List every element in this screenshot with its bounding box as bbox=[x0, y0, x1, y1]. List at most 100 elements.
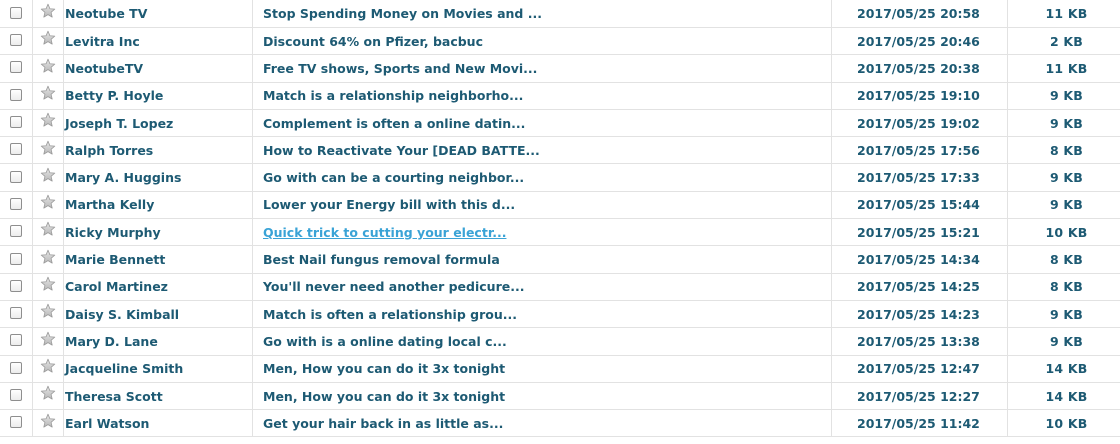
sender-name[interactable]: Earl Watson bbox=[63, 409, 253, 438]
select-cell bbox=[0, 409, 33, 438]
table-row[interactable]: Betty P. Hoyle Match is a relationship n… bbox=[0, 82, 1120, 110]
select-cell bbox=[0, 82, 33, 110]
sender-name[interactable]: Neotube TV bbox=[63, 0, 253, 28]
select-checkbox[interactable] bbox=[10, 116, 22, 129]
select-cell bbox=[0, 163, 33, 192]
subject-link[interactable]: Go with can be a courting neighbor... bbox=[263, 170, 524, 185]
star-icon[interactable] bbox=[40, 276, 56, 292]
subject-link[interactable]: You'll never need another pedicure... bbox=[263, 279, 524, 294]
sender-name[interactable]: Daisy S. Kimball bbox=[63, 300, 253, 329]
select-checkbox[interactable] bbox=[10, 34, 22, 47]
sender-name[interactable]: Jacqueline Smith bbox=[63, 355, 253, 383]
subject-link[interactable]: Complement is often a online datin... bbox=[263, 116, 525, 131]
star-icon[interactable] bbox=[40, 358, 56, 374]
received-date: 2017/05/25 14:23 bbox=[831, 300, 1008, 329]
table-row[interactable]: Jacqueline Smith Men, How you can do it … bbox=[0, 355, 1120, 383]
subject-link[interactable]: Men, How you can do it 3x tonight bbox=[263, 361, 505, 376]
subject-cell: How to Reactivate Your [DEAD BATTE... bbox=[252, 136, 832, 165]
subject-link[interactable]: Best Nail fungus removal formula bbox=[263, 252, 500, 267]
star-icon[interactable] bbox=[40, 167, 56, 183]
select-cell bbox=[0, 218, 33, 247]
select-checkbox[interactable] bbox=[10, 225, 22, 238]
table-row[interactable]: Martha Kelly Lower your Energy bill with… bbox=[0, 191, 1120, 220]
table-row[interactable]: Earl Watson Get your hair back in as lit… bbox=[0, 409, 1120, 438]
received-date: 2017/05/25 14:34 bbox=[831, 245, 1008, 274]
subject-link[interactable]: Quick trick to cutting your electr... bbox=[263, 225, 506, 240]
table-row[interactable]: Mary D. Lane Go with is a online dating … bbox=[0, 327, 1120, 356]
subject-link[interactable]: Free TV shows, Sports and New Movi... bbox=[263, 61, 537, 76]
flag-cell bbox=[32, 82, 64, 110]
select-cell bbox=[0, 327, 33, 356]
flag-cell bbox=[32, 382, 64, 411]
subject-link[interactable]: Stop Spending Money on Movies and ... bbox=[263, 6, 542, 21]
star-icon[interactable] bbox=[40, 194, 56, 210]
star-icon[interactable] bbox=[40, 112, 56, 128]
subject-cell: Men, How you can do it 3x tonight bbox=[252, 355, 832, 383]
table-row[interactable]: Levitra Inc Discount 64% on Pfizer, bacb… bbox=[0, 27, 1120, 56]
select-checkbox[interactable] bbox=[10, 170, 22, 183]
star-icon[interactable] bbox=[40, 221, 56, 237]
sender-name[interactable]: Levitra Inc bbox=[63, 27, 253, 56]
subject-link[interactable]: Get your hair back in as little as... bbox=[263, 416, 503, 431]
star-icon[interactable] bbox=[40, 85, 56, 101]
select-checkbox[interactable] bbox=[10, 61, 22, 74]
sender-name[interactable]: Mary A. Huggins bbox=[63, 163, 253, 192]
subject-link[interactable]: Match is often a relationship grou... bbox=[263, 307, 517, 322]
sender-name[interactable]: Marie Bennett bbox=[63, 245, 253, 274]
sender-name[interactable]: NeotubeTV bbox=[63, 54, 253, 83]
sender-name[interactable]: Ricky Murphy bbox=[63, 218, 253, 247]
message-size: 8 KB bbox=[1007, 245, 1120, 274]
subject-link[interactable]: Lower your Energy bill with this d... bbox=[263, 197, 515, 212]
select-cell bbox=[0, 54, 33, 83]
table-row[interactable]: Carol Martinez You'll never need another… bbox=[0, 273, 1120, 301]
subject-link[interactable]: Discount 64% on Pfizer, bacbuc bbox=[263, 34, 483, 49]
select-checkbox[interactable] bbox=[10, 389, 22, 401]
select-checkbox[interactable] bbox=[10, 252, 22, 265]
subject-cell: Stop Spending Money on Movies and ... bbox=[252, 0, 832, 28]
table-row[interactable]: NeotubeTV Free TV shows, Sports and New … bbox=[0, 54, 1120, 83]
select-checkbox[interactable] bbox=[10, 88, 22, 101]
message-size: 8 KB bbox=[1007, 273, 1120, 301]
table-row[interactable]: Daisy S. Kimball Match is often a relati… bbox=[0, 300, 1120, 329]
sender-name[interactable]: Mary D. Lane bbox=[63, 327, 253, 356]
star-icon[interactable] bbox=[40, 30, 56, 46]
star-icon[interactable] bbox=[40, 58, 56, 74]
sender-name[interactable]: Ralph Torres bbox=[63, 136, 253, 165]
select-checkbox[interactable] bbox=[10, 143, 22, 156]
star-icon[interactable] bbox=[40, 249, 56, 265]
flag-cell bbox=[32, 245, 64, 274]
select-checkbox[interactable] bbox=[10, 279, 22, 292]
select-cell bbox=[0, 355, 33, 383]
subject-cell: Go with can be a courting neighbor... bbox=[252, 163, 832, 192]
subject-link[interactable]: Match is a relationship neighborho... bbox=[263, 88, 523, 103]
subject-link[interactable]: How to Reactivate Your [DEAD BATTE... bbox=[263, 143, 540, 158]
sender-name[interactable]: Betty P. Hoyle bbox=[63, 82, 253, 110]
received-date: 2017/05/25 20:46 bbox=[831, 27, 1008, 56]
table-row[interactable]: Theresa Scott Men, How you can do it 3x … bbox=[0, 382, 1120, 411]
star-icon[interactable] bbox=[40, 303, 56, 319]
select-checkbox[interactable] bbox=[10, 334, 22, 347]
table-row[interactable]: Mary A. Huggins Go with can be a courtin… bbox=[0, 163, 1120, 192]
table-row[interactable]: Joseph T. Lopez Complement is often a on… bbox=[0, 109, 1120, 138]
sender-name[interactable]: Carol Martinez bbox=[63, 273, 253, 301]
flag-cell bbox=[32, 27, 64, 56]
select-checkbox[interactable] bbox=[10, 416, 22, 429]
sender-name[interactable]: Martha Kelly bbox=[63, 191, 253, 220]
subject-link[interactable]: Go with is a online dating local c... bbox=[263, 334, 507, 349]
table-row[interactable]: Neotube TV Stop Spending Money on Movies… bbox=[0, 0, 1120, 28]
table-row[interactable]: Ralph Torres How to Reactivate Your [DEA… bbox=[0, 136, 1120, 165]
subject-link[interactable]: Men, How you can do it 3x tonight bbox=[263, 389, 505, 404]
table-row[interactable]: Ricky Murphy Quick trick to cutting your… bbox=[0, 218, 1120, 247]
select-checkbox[interactable] bbox=[10, 307, 22, 320]
star-icon[interactable] bbox=[40, 3, 56, 19]
table-row[interactable]: Marie Bennett Best Nail fungus removal f… bbox=[0, 245, 1120, 274]
select-checkbox[interactable] bbox=[10, 361, 22, 374]
select-checkbox[interactable] bbox=[10, 6, 22, 19]
star-icon[interactable] bbox=[40, 140, 56, 156]
star-icon[interactable] bbox=[40, 413, 56, 429]
star-icon[interactable] bbox=[40, 385, 56, 401]
sender-name[interactable]: Joseph T. Lopez bbox=[63, 109, 253, 138]
star-icon[interactable] bbox=[40, 331, 56, 347]
select-checkbox[interactable] bbox=[10, 197, 22, 210]
sender-name[interactable]: Theresa Scott bbox=[63, 382, 253, 411]
